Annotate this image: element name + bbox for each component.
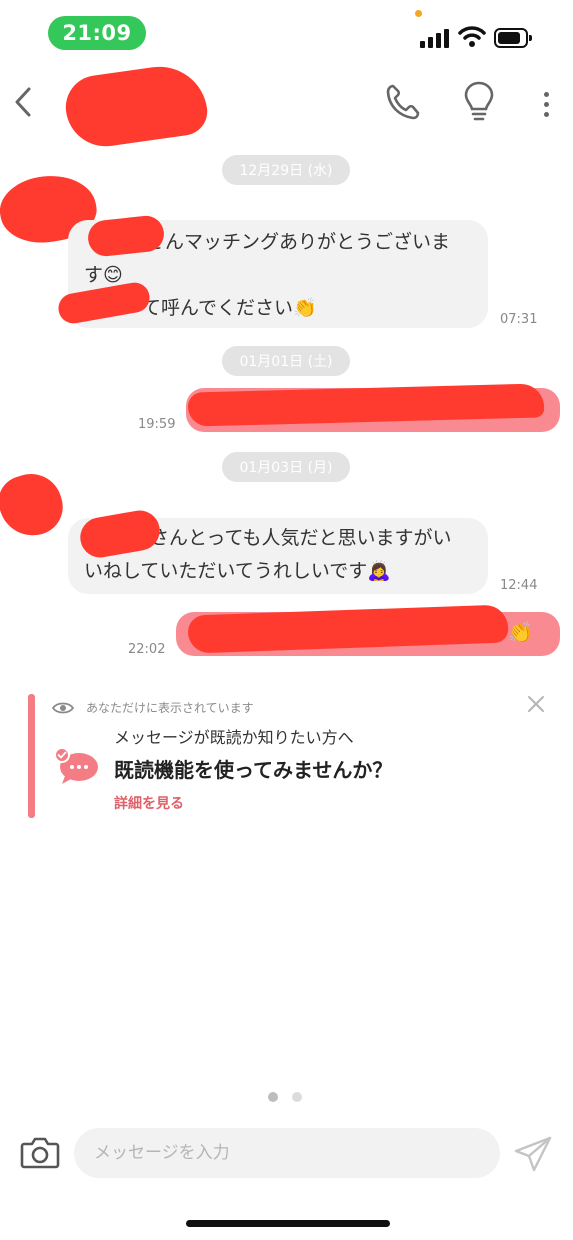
back-button[interactable] — [8, 80, 38, 124]
promo-title: 既読機能を使ってみませんか？ — [114, 758, 393, 782]
chat-header — [0, 60, 573, 152]
message-timestamp: 22:02 — [128, 642, 166, 657]
promo-subtitle: メッセージが既読か知りたい方へ — [114, 728, 354, 747]
message-line: さんマッチングありがとうございま — [146, 231, 451, 253]
message-timestamp: 19:59 — [138, 417, 176, 432]
phone-icon — [386, 84, 420, 120]
message-input[interactable] — [74, 1128, 500, 1178]
read-receipt-promo: あなただけに表示されています メッセージが既読か知りたい方へ 既読機能を使ってみ… — [28, 694, 558, 818]
lightbulb-icon — [464, 81, 494, 121]
clapping-emoji: 👏 — [508, 620, 533, 644]
date-separator: 01月03日 (月) — [222, 452, 350, 482]
wifi-icon — [458, 26, 486, 47]
eye-icon — [52, 702, 74, 714]
battery-icon — [494, 28, 532, 48]
message-timestamp: 12:44 — [500, 578, 538, 593]
redacted-contact-name — [61, 60, 211, 152]
date-separator: 01月01日 (土) — [222, 346, 350, 376]
home-indicator — [186, 1220, 390, 1227]
camera-button[interactable] — [20, 1134, 60, 1170]
send-button[interactable] — [512, 1134, 554, 1174]
voice-call-button[interactable] — [384, 82, 420, 122]
privacy-indicator-dot — [415, 10, 422, 17]
redacted-avatar — [0, 465, 71, 545]
status-bar: 21:09 — [0, 0, 573, 64]
message-line: いねしていただいてうれしいです🙇‍♀️ — [84, 560, 391, 582]
message-timestamp: 07:31 — [500, 312, 538, 327]
cellular-signal-icon — [420, 28, 450, 48]
details-link[interactable]: 詳細を見る — [114, 793, 184, 813]
tips-button[interactable] — [462, 80, 496, 124]
notice-accent-bar — [28, 694, 35, 818]
page-dot-active — [268, 1092, 278, 1102]
camera-icon — [20, 1137, 60, 1169]
close-icon[interactable] — [526, 694, 546, 714]
message-line: さんとっても人気だと思いますがい — [150, 527, 452, 549]
back-icon — [15, 87, 31, 117]
chat-bubble-icon — [54, 747, 98, 784]
private-visibility-label: あなただけに表示されています — [86, 701, 254, 715]
status-time: 21:09 — [48, 16, 146, 50]
date-separator: 12月29日 (水) — [222, 155, 350, 185]
page-dot — [292, 1092, 302, 1102]
message-line: て呼んでください👏 — [142, 297, 317, 319]
page-indicator — [268, 1092, 302, 1102]
more-options-button[interactable] — [536, 84, 556, 124]
more-icon — [543, 91, 549, 97]
send-icon — [514, 1136, 552, 1172]
